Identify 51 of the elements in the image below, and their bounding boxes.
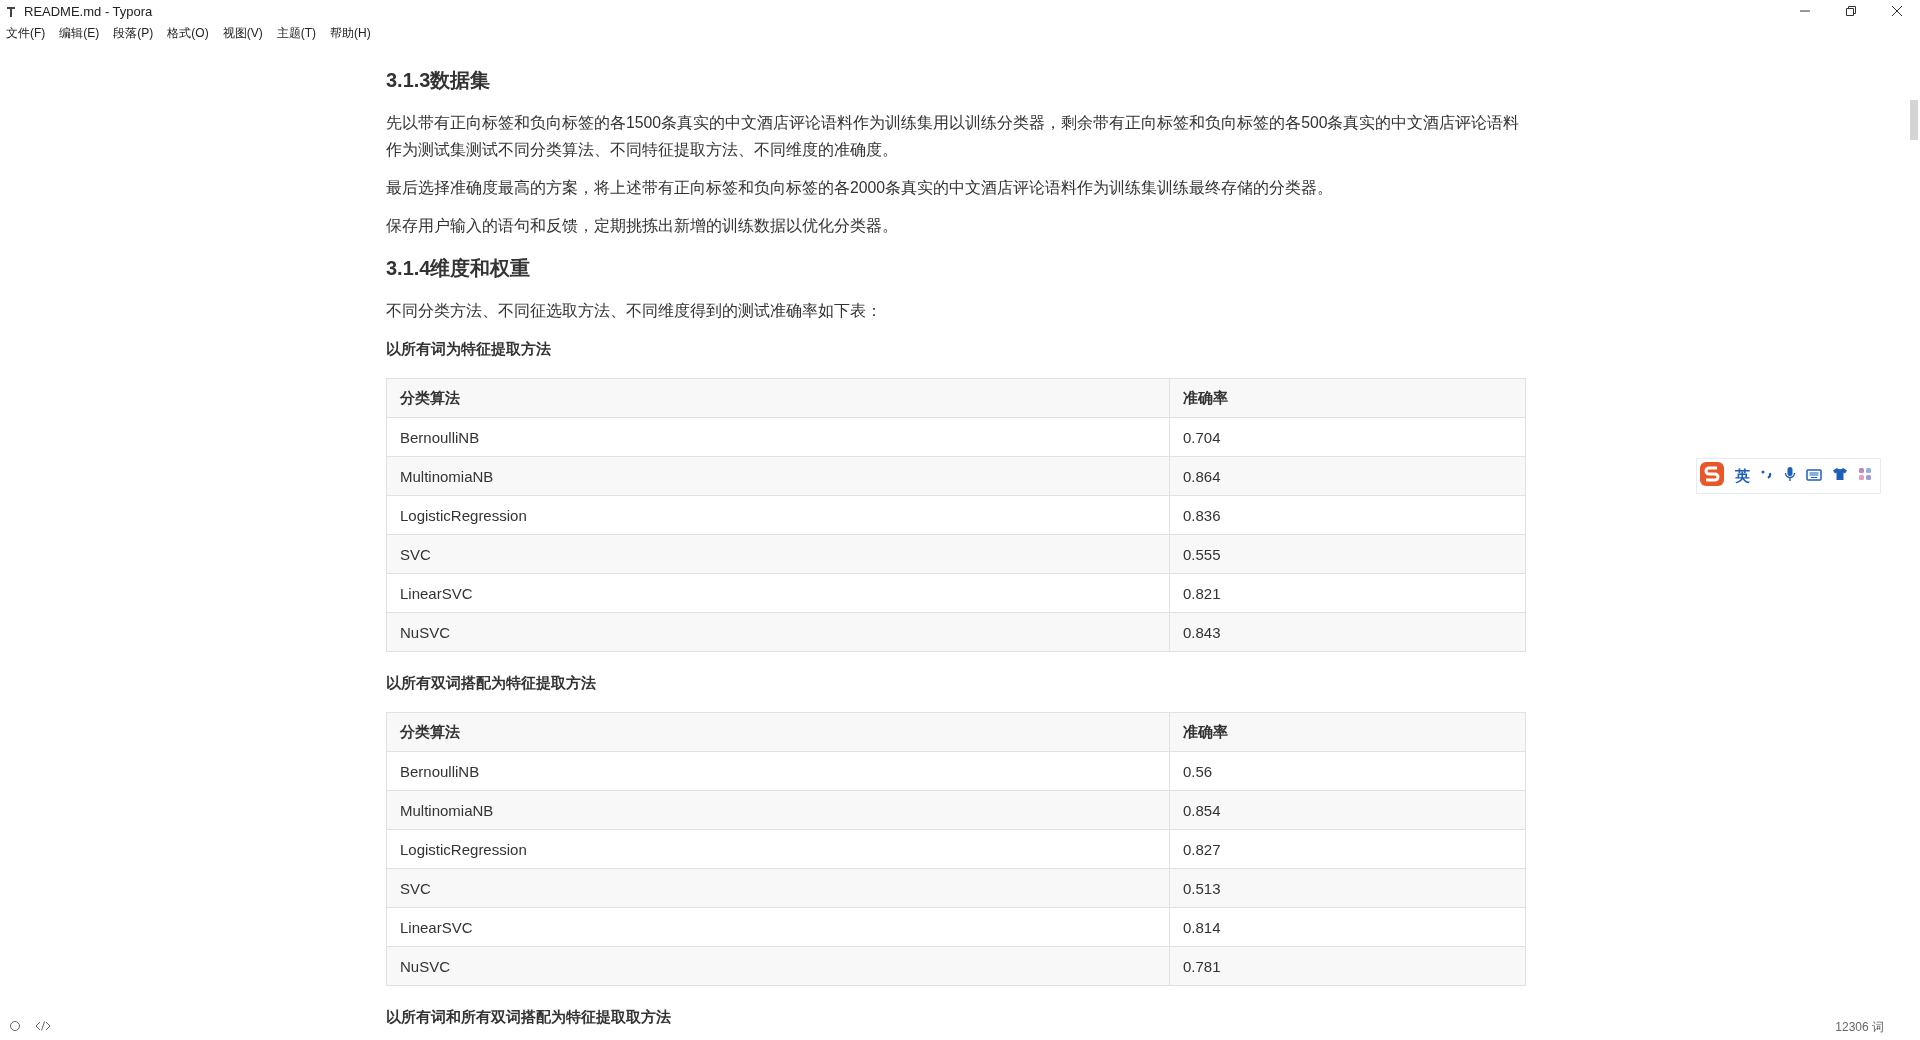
table-cell: 0.836 <box>1169 495 1526 535</box>
window-title: README.md - Typora <box>24 3 153 19</box>
table-cell: 0.555 <box>1169 534 1526 574</box>
table-cell: SVC <box>386 868 1170 908</box>
table-cell: LinearSVC <box>386 907 1170 947</box>
table-cell: NuSVC <box>386 612 1170 652</box>
paragraph: 不同分类方法、不同征选取方法、不同维度得到的测试准确率如下表： <box>386 301 883 321</box>
menu-item[interactable]: 格式(O) <box>167 24 209 42</box>
ime-mode-toggle[interactable]: 英 <box>1735 466 1750 486</box>
column-header: 分类算法 <box>386 712 1170 752</box>
table-cell: 0.781 <box>1169 946 1526 986</box>
menu-item[interactable]: 编辑(E) <box>59 24 100 42</box>
section-heading: 3.1.3数据集 <box>386 68 492 93</box>
close-icon[interactable] <box>1891 5 1903 17</box>
column-header: 分类算法 <box>386 378 1170 418</box>
table-caption: 以所有词为特征提取方法 <box>386 339 552 359</box>
word-count[interactable]: 12306 词 <box>1835 1018 1884 1036</box>
app-icon <box>6 5 16 17</box>
table-cell: 0.56 <box>1169 751 1526 791</box>
section-heading: 3.1.4维度和权重 <box>386 256 532 281</box>
table-cell: 0.513 <box>1169 868 1526 908</box>
paragraph: 先以带有正向标签和负向标签的各1500条真实的中文酒店评论语料作为训练集用以训练分类器，剩余带有正向标签和负向标签的各500条真实的中文酒店评论语料作为测试集测试不同分类算法、不同特征提取方法、不同维度的准确度。 <box>386 113 1521 160</box>
menu-item[interactable]: 帮助(H) <box>330 24 371 42</box>
table-cell: 0.821 <box>1169 573 1526 613</box>
column-header: 准确率 <box>1169 378 1526 418</box>
paragraph: 最后选择准确度最高的方案，将上述带有正向标签和负向标签的各2000条真实的中文酒店评论语料作为训练集训练最终存储的分类器。 <box>386 178 1335 198</box>
table-cell: NuSVC <box>386 946 1170 986</box>
column-header: 准确率 <box>1169 712 1526 752</box>
table-cell: LinearSVC <box>386 573 1170 613</box>
table-cell: BernoulliNB <box>386 417 1170 457</box>
menu-item[interactable]: 文件(F) <box>6 24 46 42</box>
table-cell: LogisticRegression <box>386 495 1170 535</box>
paragraph: 保存用户输入的语句和反馈，定期挑拣出新增的训练数据以优化分类器。 <box>386 216 899 236</box>
menu-item[interactable]: 视图(V) <box>222 24 263 42</box>
table-cell: MultinomiaNB <box>386 456 1170 496</box>
table-caption: 以所有双词搭配为特征提取方法 <box>386 673 597 693</box>
table-cell: 0.843 <box>1169 612 1526 652</box>
table-cell: LogisticRegression <box>386 829 1170 869</box>
menu-item[interactable]: 主题(T) <box>276 24 316 42</box>
table-cell: SVC <box>386 534 1170 574</box>
table-cell: 0.864 <box>1169 456 1526 496</box>
table-cell: 0.827 <box>1169 829 1526 869</box>
table-caption: 以所有词和所有双词搭配为特征提取取方法 <box>386 1007 672 1027</box>
table-cell: 0.854 <box>1169 790 1526 830</box>
table-cell: MultinomiaNB <box>386 790 1170 830</box>
table-cell: BernoulliNB <box>386 751 1170 791</box>
restore-icon[interactable] <box>1845 5 1857 17</box>
scrollbar-thumb[interactable] <box>1910 100 1918 140</box>
menu-item[interactable]: 段落(P) <box>113 24 154 42</box>
table-cell: 0.814 <box>1169 907 1526 947</box>
table-cell: 0.704 <box>1169 417 1526 457</box>
